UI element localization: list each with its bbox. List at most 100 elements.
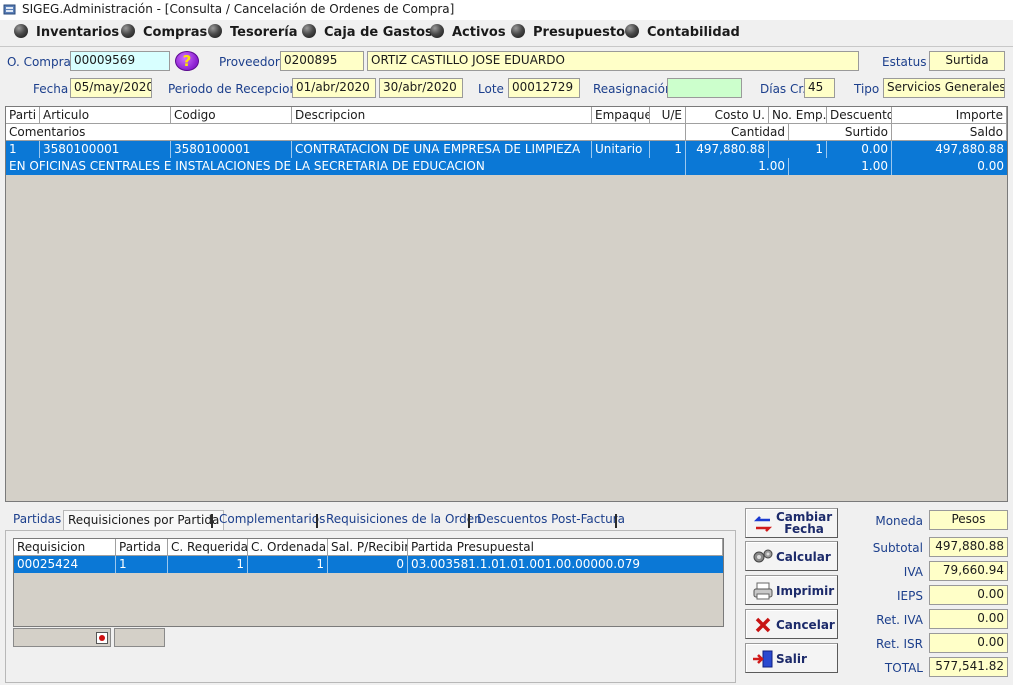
o-compra-label: O. Compra [7,55,71,69]
col-header-c-requerida[interactable]: C. Requerida [168,539,248,556]
total-field[interactable]: 577,541.82 [929,657,1008,677]
col-header-no-emp[interactable]: No. Emp. [769,107,827,124]
cell-codigo: 3580100001 [171,141,292,158]
ret-iva-label: Ret. IVA [876,613,923,627]
help-question-icon[interactable]: ? [175,51,199,71]
ieps-field[interactable]: 0.00 [929,585,1008,605]
proveedor-label: Proveedor [219,55,280,69]
col-header-surtido[interactable]: Surtido [789,124,892,141]
menu-inventarios[interactable]: Inventarios [14,24,119,40]
cell-empaque: Unitario [592,141,650,158]
tipo-field[interactable]: Servicios Generales [883,78,1005,98]
cancelar-button[interactable]: Cancelar [745,609,838,639]
o-compra-field[interactable]: 00009569 [70,51,170,71]
menu-presupuesto[interactable]: Presupuesto [511,24,625,40]
col-header-c-ordenada[interactable]: C. Ordenada [248,539,328,556]
iva-label: IVA [903,565,923,579]
search-icon[interactable] [96,632,108,644]
col-header-saldo[interactable]: Saldo [892,124,1007,141]
ret-iva-field[interactable]: 0.00 [929,609,1008,629]
ret-isr-label: Ret. ISR [875,637,923,651]
filter-field-2[interactable] [114,628,165,647]
menu-separator [0,46,1013,47]
col-header-articulo[interactable]: Articulo [40,107,171,124]
menu-bullet-icon [302,24,316,38]
proveedor-code-field[interactable]: 0200895 [280,51,364,71]
requisiciones-grid[interactable]: Requisicion Partida C. Requerida C. Orde… [13,538,724,627]
col-header-ue[interactable]: U/E [650,107,686,124]
col-header-sal-p-recibir[interactable]: Sal. P/Recibir [328,539,408,556]
col-header-comentarios[interactable]: Comentarios [6,124,686,141]
cell-sal-p-recibir: 0 [328,556,408,573]
col-header-codigo[interactable]: Codigo [171,107,292,124]
subtotal-field[interactable]: 497,880.88 [929,537,1008,557]
cell-cantidad: 1.00 [686,158,789,175]
menu-contabilidad[interactable]: Contabilidad [625,24,740,40]
table-row[interactable]: 00025424 1 1 1 0 03.003581.1.01.01.001.0… [14,556,723,573]
subtotal-label: Subtotal [872,541,923,555]
col-header-empaque[interactable]: Empaque [592,107,650,124]
cancelar-label: Cancelar [776,618,835,632]
lote-field[interactable]: 00012729 [508,78,580,98]
calcular-button[interactable]: Calcular [745,541,838,571]
iva-field[interactable]: 79,660.94 [929,561,1008,581]
imprimir-label: Imprimir [776,584,835,598]
cell-descuento: 0.00 [827,141,892,158]
menu-tesoreria[interactable]: Tesorería [208,24,298,40]
reasignacion-label: Reasignación [593,82,673,96]
menu-caja-de-gastos[interactable]: Caja de Gastos [302,24,433,40]
col-header-descuento[interactable]: Descuento [827,107,892,124]
table-row[interactable]: 1 3580100001 3580100001 CONTRATACION DE … [6,141,1007,158]
col-header-parti[interactable]: Parti [6,107,40,124]
col-header-partida-presupuestal[interactable]: Partida Presupuestal [408,539,723,556]
cell-c-requerida: 1 [168,556,248,573]
printer-icon [753,582,773,600]
tab-partidas[interactable]: Partidas [9,510,65,530]
cambiar-fecha-button[interactable]: Cambiar Fecha [745,508,838,538]
col-header-costo-u[interactable]: Costo U. [686,107,769,124]
cell-partida-presupuestal: 03.003581.1.01.01.001.00.00000.079 [411,557,641,571]
menu-bullet-icon [511,24,525,38]
tab-descuentos-post-factura[interactable]: Descuentos Post-Factura [473,510,629,530]
imprimir-button[interactable]: Imprimir [745,575,838,605]
dias-credito-field[interactable]: 45 [804,78,835,98]
fecha-field[interactable]: 05/may/2020 [70,78,152,98]
periodo-desde-field[interactable]: 01/abr/2020 [292,78,376,98]
tab-requisiciones-por-partida[interactable]: Requisiciones por Partida [63,510,225,530]
tipo-label: Tipo [854,82,880,96]
periodo-label: Periodo de Recepcion [168,82,298,96]
cell-ue: 1 [650,141,686,158]
menu-compras[interactable]: Compras [121,24,207,40]
table-row[interactable]: EN OFICINAS CENTRALES E INSTALACIONES DE… [6,158,1007,175]
moneda-field[interactable]: Pesos [929,510,1008,530]
cell-c-ordenada: 1 [248,556,328,573]
window-title: SIGEG.Administración - [Consulta / Cance… [22,2,455,16]
ieps-label: IEPS [897,589,923,603]
tab-requisiciones-de-la-orden[interactable]: Requisiciones de la Orden [322,510,486,530]
col-header-partida[interactable]: Partida [116,539,168,556]
col-header-requisicion[interactable]: Requisicion [14,539,116,556]
cell-no-emp: 1 [769,141,827,158]
col-header-descripcion[interactable]: Descripcion [292,107,592,124]
col-header-importe[interactable]: Importe [892,107,1007,124]
cell-comentarios: EN OFICINAS CENTRALES E INSTALACIONES DE… [6,158,686,175]
exit-door-icon [753,650,773,668]
menu-bullet-icon [208,24,222,38]
menu-activos[interactable]: Activos [430,24,506,40]
filter-field[interactable] [13,628,111,647]
lote-label: Lote [478,82,504,96]
ret-isr-field[interactable]: 0.00 [929,633,1008,653]
estatus-field[interactable]: Surtida [929,51,1005,71]
tab-divider [468,514,470,528]
reasignacion-field[interactable] [667,78,742,98]
moneda-label: Moneda [875,514,923,528]
salir-button[interactable]: Salir [745,643,838,673]
periodo-hasta-field[interactable]: 30/abr/2020 [379,78,463,98]
tab-complementarios[interactable]: Complementarios [215,510,329,530]
calcular-label: Calcular [776,550,831,564]
col-header-cantidad[interactable]: Cantidad [686,124,789,141]
proveedor-name-field[interactable]: ORTIZ CASTILLO JOSE EDUARDO [367,51,859,71]
order-lines-grid[interactable]: Parti Articulo Codigo Descripcion Empaqu… [5,106,1008,502]
swap-arrows-icon [753,516,773,532]
fecha-button-label: Fecha [784,522,824,536]
